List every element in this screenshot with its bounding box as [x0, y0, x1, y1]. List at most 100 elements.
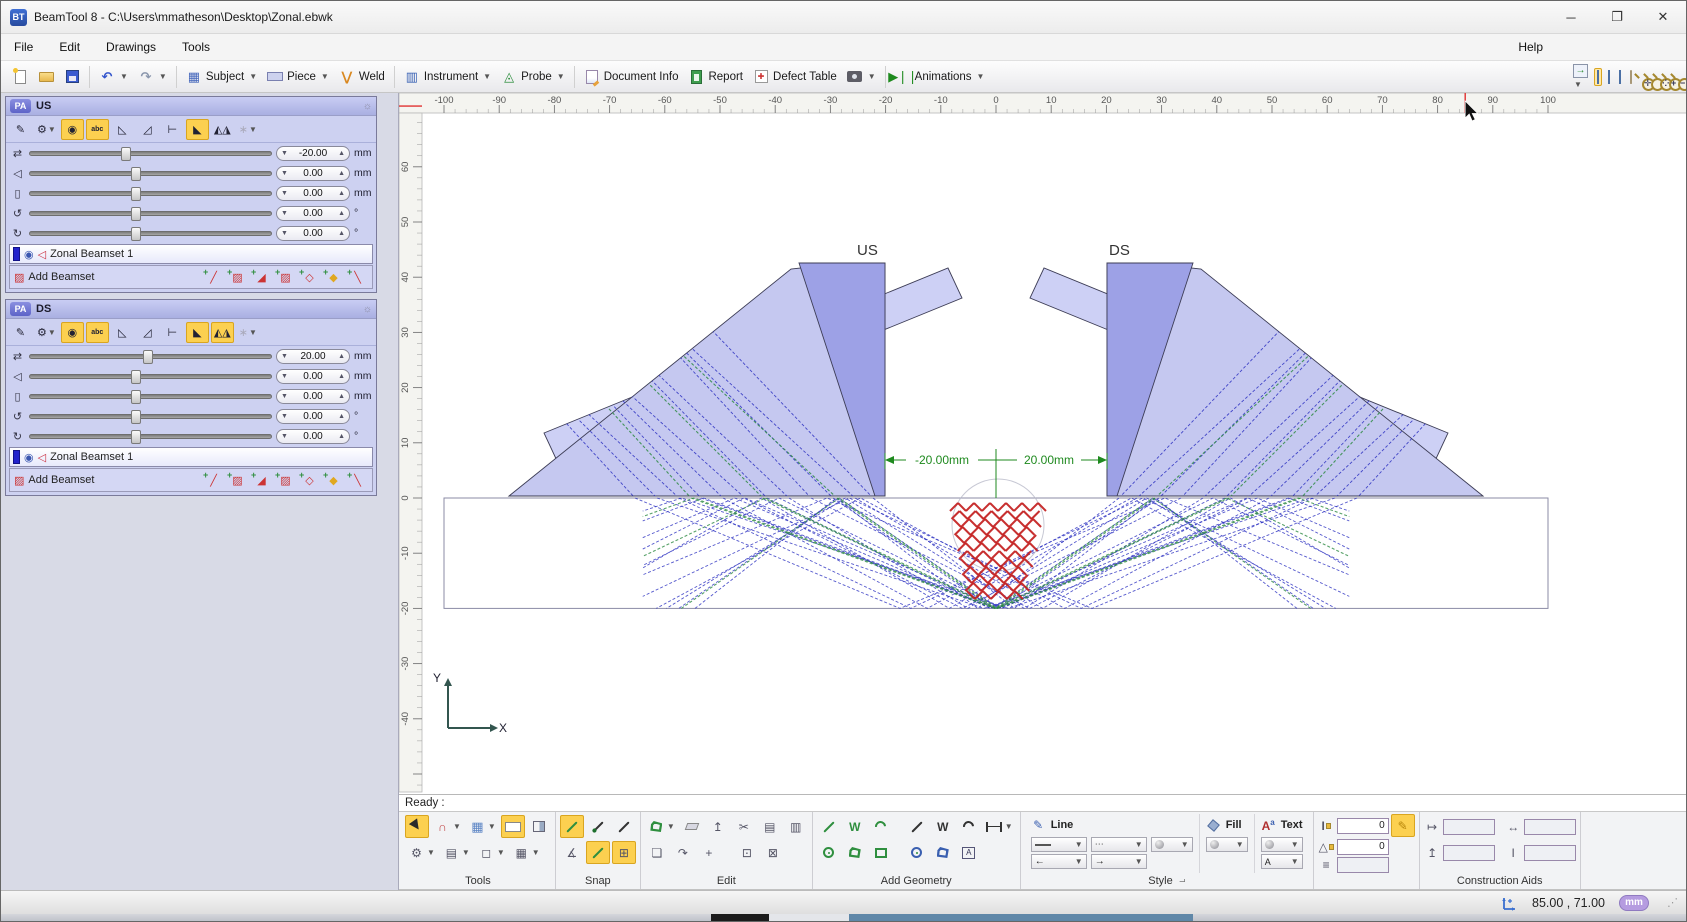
line-width-select[interactable]: ▼ [1031, 837, 1087, 852]
draw-node-button[interactable] [612, 815, 636, 838]
add-line-button[interactable] [817, 815, 841, 838]
open-button[interactable] [33, 66, 59, 87]
draw-segment-button[interactable] [586, 815, 610, 838]
add-dimension-button[interactable]: ▼ [983, 815, 1016, 838]
offset-x-input[interactable] [1443, 819, 1495, 835]
undo-button[interactable]: ↶▼ [94, 66, 133, 87]
length-input[interactable]: 0 [1337, 818, 1389, 834]
select-tool-button[interactable] [405, 815, 429, 838]
shape-tool-button[interactable]: ▼ [645, 815, 678, 838]
line-dash-select[interactable]: ⋯▼ [1091, 837, 1147, 852]
add-construction-arc-button[interactable] [957, 815, 981, 838]
menu-tools[interactable]: Tools [169, 35, 223, 59]
add-sector-scan-button[interactable]: +◢ [251, 471, 272, 489]
menu-edit[interactable]: Edit [46, 35, 93, 59]
save-button[interactable] [59, 66, 85, 87]
view-wireframe-button[interactable] [1616, 68, 1624, 86]
menu-file[interactable]: File [1, 35, 46, 59]
select-invert-button[interactable]: ⊠ [761, 841, 785, 864]
add-sector-scan-button[interactable]: +◢ [251, 268, 272, 286]
show-measurements-button[interactable]: ⊢ [161, 322, 184, 343]
rotation-angle-spinner[interactable]: ▼0.00▲ [276, 226, 350, 241]
skew-angle-slider[interactable] [29, 211, 272, 216]
spinner-down-icon[interactable]: ▼ [281, 150, 288, 157]
show-labels-button[interactable]: abc [86, 322, 109, 343]
units-badge[interactable]: mm [1619, 895, 1649, 911]
add-single-beam-button[interactable]: +╱ [203, 268, 224, 286]
wedge-angle-spinner[interactable]: ▼0.00▲ [276, 166, 350, 181]
document-info-button[interactable]: Document Info [579, 66, 684, 87]
paste-button[interactable]: ▥ [784, 815, 808, 838]
spinner-up-icon[interactable]: ▲ [338, 393, 345, 400]
drawing-canvas[interactable]: -20.00mm20.00mmUSDSYX-100-90-80-70-60-50… [399, 93, 1686, 794]
tools-menu-button[interactable]: ⚙▼ [405, 841, 438, 864]
export-view-button[interactable]: →▼ [1570, 61, 1591, 93]
width-input[interactable] [1524, 819, 1576, 835]
line-style-caption[interactable]: ✎Line [1030, 814, 1194, 836]
maximize-button[interactable]: ❐ [1594, 1, 1640, 33]
display-options-button[interactable]: ▦▼ [466, 815, 499, 838]
spinner-down-icon[interactable]: ▼ [281, 210, 288, 217]
add-textbox-button[interactable]: A [957, 841, 981, 864]
view-shaded-button[interactable] [1605, 68, 1613, 86]
spinner-down-icon[interactable]: ▼ [281, 413, 288, 420]
add-polygon-button[interactable] [843, 841, 867, 864]
piece-button[interactable]: Piece▼ [262, 66, 334, 87]
rotation-angle-slider[interactable] [29, 434, 272, 439]
copy-button[interactable]: ▤ [758, 815, 782, 838]
spinner-up-icon[interactable]: ▲ [338, 433, 345, 440]
add-construction-line-button[interactable] [905, 815, 929, 838]
add-polyline-button[interactable]: W [843, 815, 867, 838]
spinner-up-icon[interactable]: ▲ [338, 190, 345, 197]
slider-thumb[interactable] [131, 410, 141, 424]
add-construction-circle-button[interactable] [905, 841, 929, 864]
slider-thumb[interactable] [131, 187, 141, 201]
probe-height-slider[interactable] [29, 394, 272, 399]
spinner-up-icon[interactable]: ▲ [338, 170, 345, 177]
animations-button[interactable]: ▶❘❘Animations▼ [890, 66, 990, 87]
slider-thumb[interactable] [121, 147, 131, 161]
add-compound-scan-button[interactable]: +▨ [275, 268, 296, 286]
add-focal-beamset-button[interactable]: +╲ [347, 268, 368, 286]
offset-y-input[interactable] [1443, 845, 1495, 861]
field-entry-button[interactable] [501, 815, 525, 838]
weld-button[interactable]: ⋁Weld [334, 66, 390, 87]
show-beams-button[interactable]: ◉ [61, 322, 84, 343]
edit-beamsets-button[interactable]: ✎ [9, 119, 32, 140]
start-arrow-select[interactable]: ←▼ [1031, 854, 1087, 869]
expand-style-icon[interactable]: ⌐ [1179, 875, 1185, 887]
layers-menu-button[interactable]: ▤▼ [440, 841, 473, 864]
spinner-up-icon[interactable]: ▲ [338, 413, 345, 420]
add-linear-scan-button[interactable]: +▨ [227, 268, 248, 286]
show-beams-button[interactable]: ◉ [61, 119, 84, 140]
fill-color-select[interactable]: ▼ [1206, 837, 1248, 852]
add-circle-button[interactable] [817, 841, 841, 864]
spinner-up-icon[interactable]: ▲ [338, 373, 345, 380]
view-solid-button[interactable] [1594, 68, 1602, 86]
probe-height-slider[interactable] [29, 191, 272, 196]
move-button[interactable]: + [697, 841, 721, 864]
snap-angle-button[interactable]: ∡ [560, 841, 584, 864]
add-arc-button[interactable] [869, 815, 893, 838]
transform-menu-button[interactable]: ◻▼ [475, 841, 508, 864]
rotate-step-button[interactable]: ↷ [671, 841, 695, 864]
slider-thumb[interactable] [143, 350, 153, 364]
line-color-select[interactable]: ▼ [1151, 837, 1193, 852]
probe-offset-slider[interactable] [29, 354, 272, 359]
redo-button[interactable]: ↷▼ [133, 66, 172, 87]
erase-button[interactable] [680, 815, 704, 838]
menu-drawings[interactable]: Drawings [93, 35, 169, 59]
add-single-beam-button[interactable]: +╱ [203, 471, 224, 489]
report-button[interactable]: Report [683, 66, 748, 87]
panel-pin-icon[interactable]: ☼ [363, 101, 372, 112]
show-exit-points-button[interactable]: ◣ [186, 322, 209, 343]
add-linear-scan-button[interactable]: +▨ [227, 471, 248, 489]
add-compound-scan-button[interactable]: +▨ [275, 471, 296, 489]
text-size-select[interactable]: A▼ [1261, 854, 1303, 869]
add-zonal-beamset-button[interactable]: +◆ [323, 471, 344, 489]
subject-button[interactable]: ▦Subject▼ [181, 66, 262, 87]
probe-button[interactable]: ◬Probe▼ [496, 66, 570, 87]
angle-input[interactable]: 0 [1337, 839, 1389, 855]
display-extra-button[interactable]: ∗▼ [236, 322, 260, 343]
slider-thumb[interactable] [131, 167, 141, 181]
